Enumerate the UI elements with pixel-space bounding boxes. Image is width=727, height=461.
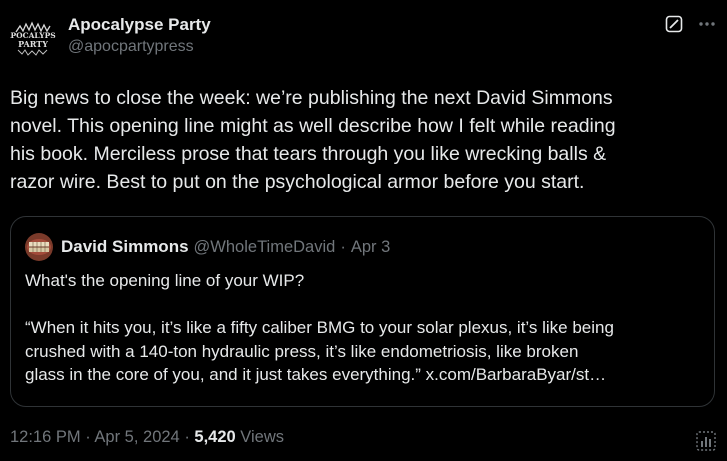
header-actions <box>665 14 717 34</box>
quoted-tweet-text: What's the opening line of your WIP? “Wh… <box>25 269 709 387</box>
grok-icon[interactable] <box>665 15 683 33</box>
quoted-author-handle[interactable]: @WholeTimeDavid <box>194 238 336 257</box>
quoted-tweet-date[interactable]: Apr 3 <box>351 238 390 257</box>
separator-dot: · <box>85 428 91 446</box>
quoted-text-line: “When it hits you, it’s like a fifty cal… <box>25 318 614 337</box>
more-icon[interactable] <box>697 14 717 34</box>
quoted-tweet[interactable]: David Simmons @WholeTimeDavid · Apr 3 Wh… <box>10 216 715 407</box>
tweet-header: APOCALYPSE PARTY Apocalypse Party @apocp… <box>10 12 717 64</box>
post-analytics-icon[interactable] <box>695 430 717 452</box>
quoted-text-line: glass in the core of you, and it just ta… <box>25 365 607 384</box>
tweet-meta: 12:16 PM · Apr 5, 2024 · 5,420 Views <box>10 428 284 447</box>
author-handle[interactable]: @apocpartypress <box>68 36 211 58</box>
author-info: Apocalypse Party @apocpartypress <box>68 14 211 58</box>
quoted-author-avatar[interactable] <box>25 233 53 261</box>
tweet-text-line: novel. This opening line might as well d… <box>10 115 616 137</box>
views-count: 5,420 <box>194 428 236 446</box>
quoted-tweet-header: David Simmons @WholeTimeDavid · Apr 3 <box>25 233 390 261</box>
tweet-text-line: razor wire. Best to put on the psycholog… <box>10 171 585 193</box>
separator-dot: · <box>184 428 190 446</box>
svg-text:PARTY: PARTY <box>18 39 48 49</box>
quoted-author-name[interactable]: David Simmons <box>61 237 189 257</box>
band-logo-icon: APOCALYPSE PARTY <box>10 14 56 60</box>
tweet-text-line: his book. Merciless prose that tears thr… <box>10 143 607 165</box>
separator-dot: · <box>340 237 346 256</box>
tweet-text: Big news to close the week: we’re publis… <box>10 84 710 196</box>
author-avatar[interactable]: APOCALYPSE PARTY <box>10 14 56 60</box>
tweet-time[interactable]: 12:16 PM <box>10 428 81 446</box>
tweet-page: { "author": { "display_name": "Apocalyps… <box>0 0 727 461</box>
tweet-date[interactable]: Apr 5, 2024 <box>94 428 179 446</box>
quoted-text-line: crushed with a 140-ton hydraulic press, … <box>25 341 579 361</box>
views-label: Views <box>240 428 285 446</box>
teeth-avatar-icon <box>25 233 53 261</box>
tweet-text-line: Big news to close the week: we’re publis… <box>10 87 613 109</box>
quoted-question: What's the opening line of your WIP? <box>25 271 305 290</box>
author-display-name[interactable]: Apocalypse Party <box>68 14 211 36</box>
